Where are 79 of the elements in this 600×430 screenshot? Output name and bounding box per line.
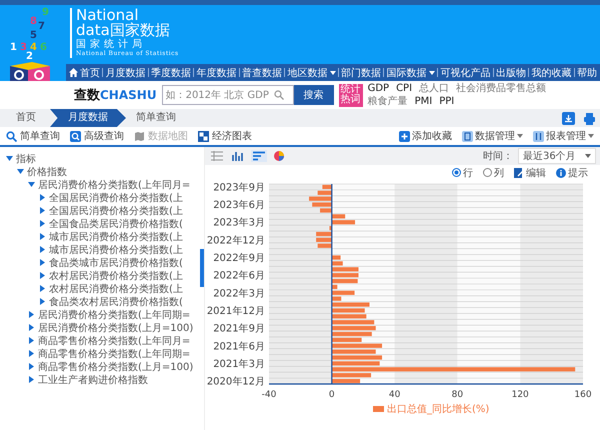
search-button[interactable]: 搜索 [294, 85, 334, 105]
tree-item[interactable]: 全国居民消费价格分类指数(上 [49, 204, 183, 218]
nav-link[interactable]: 我的收藏 [531, 66, 572, 80]
brand-title: data [76, 23, 110, 38]
legend-label: 出口总值_同比增长(%) [387, 402, 490, 416]
tree-item[interactable]: 商品零售价格分类指数(上年同期= [38, 346, 190, 360]
logo-cube-drawing: 9 87 5 1 3 4 6 2 [2, 5, 66, 81]
hot-word-link[interactable]: 总人口 [419, 82, 450, 94]
tree-item[interactable]: 价格指数 [27, 164, 67, 178]
time-label: 时间： [483, 150, 513, 163]
tree-item[interactable]: 食品类城市居民消费价格指数( [49, 256, 183, 270]
axis-label: 2022年9月 [213, 253, 265, 264]
nav-link[interactable]: 可视化产品 [440, 66, 490, 80]
tree-item[interactable]: 工业生产者购进价格指数 [38, 372, 148, 386]
tree-item[interactable]: 农村居民消费价格分类指数(上 [49, 268, 183, 282]
tree-item[interactable]: 全国居民消费价格分类指数(上 [49, 190, 183, 204]
tree-item[interactable]: 农村居民消费价格分类指数(上 [49, 282, 183, 296]
toolbar-link[interactable]: 经济图表 [198, 129, 252, 143]
toolbar-link[interactable]: 简单查询 [6, 129, 60, 143]
tree-item[interactable]: 城市居民消费价格分类指数(上 [49, 230, 183, 244]
axis-label: 2022年3月 [213, 288, 265, 300]
toolbar-link[interactable]: 高级查询 [70, 129, 124, 143]
time-range-dropdown[interactable]: 最近36个月 [518, 148, 596, 164]
nav-link[interactable]: 帮助 [576, 66, 597, 80]
axis-label: 2022年12月 [206, 235, 265, 246]
action-link[interactable]: 添加收藏 [399, 129, 452, 143]
tree-item[interactable]: 商品零售价格分类指数(上月=100) [38, 360, 194, 374]
axis-label: 2023年6月 [213, 200, 265, 212]
hot-word-link[interactable]: PMI [414, 96, 432, 108]
axis-label: 2021年3月 [213, 358, 265, 370]
axis-label: 2021年9月 [213, 324, 265, 335]
tree-item[interactable]: 指标 [16, 152, 36, 166]
tree-item[interactable]: 食品类农村居民消费价格指数( [49, 294, 183, 308]
tree-item[interactable]: 居民消费价格分类指数(上月=100) [38, 320, 194, 334]
panel-link[interactable]: 提示 [556, 166, 588, 180]
hot-word-link[interactable]: CPI [396, 82, 412, 94]
breadcrumb-link[interactable]: 首页 [6, 109, 50, 127]
hot-words-badge: 统计热词 [338, 84, 363, 106]
axis-label: 40 [388, 390, 400, 400]
axis-label: -40 [262, 390, 276, 400]
chashu-logo: 查数CHASHU [74, 87, 157, 104]
hot-word-link[interactable]: 粮食产量 [368, 96, 408, 108]
axis-label: 2021年6月 [213, 341, 265, 352]
tree-item[interactable]: 居民消费价格分类指数(上年同月= [38, 178, 190, 192]
nav-link[interactable]: 首页 [69, 66, 100, 80]
organization-name: 国家统计局 [76, 40, 147, 50]
axis-label: 160 [574, 390, 592, 400]
tree-item[interactable]: 居民消费价格分类指数(上年同期= [38, 308, 190, 322]
hot-word-link[interactable]: 社会消费品零售总额 [456, 82, 546, 94]
hot-word-link[interactable]: GDP [368, 82, 390, 94]
axis-label: 80 [452, 390, 464, 400]
axis-label: 2023年3月 [213, 218, 265, 229]
radio-option[interactable]: 列 [483, 166, 504, 180]
axis-label: 0 [328, 390, 335, 400]
nav-link[interactable]: 月度数据 [106, 66, 146, 80]
panel-link[interactable]: 编辑 [514, 166, 546, 180]
nav-link[interactable]: 年度数据 [196, 66, 237, 80]
brand-title: 国家数据 [110, 23, 170, 38]
axis-label: 2023年9月 [213, 182, 265, 194]
nav-link[interactable]: 出版物 [496, 66, 526, 80]
action-link[interactable]: 数据管理 [462, 129, 523, 143]
nav-link[interactable]: 国际数据 [386, 66, 435, 80]
axis-label: 120 [512, 390, 529, 400]
action-link[interactable]: 报表管理 [533, 129, 594, 143]
nav-link[interactable]: 地区数据 [288, 66, 336, 80]
tree-item[interactable]: 商品零售价格分类指数(上年同月= [38, 334, 190, 348]
hot-word-link[interactable]: PPI [439, 96, 454, 108]
breadcrumb-link[interactable]: 月度数据 [50, 109, 126, 127]
breadcrumb-link[interactable]: 简单查询 [126, 109, 190, 127]
axis-label: 2020年12月 [206, 376, 265, 388]
tree-item[interactable]: 城市居民消费价格分类指数(上 [49, 242, 183, 256]
nav-link[interactable]: 季度数据 [151, 66, 192, 80]
tree-item[interactable]: 全国食品类居民消费价格指数( [49, 216, 183, 230]
brand-title: National [76, 8, 139, 23]
axis-label: 2022年6月 [213, 270, 265, 282]
radio-option[interactable]: 行 [452, 166, 473, 180]
axis-label: 2021年12月 [206, 306, 265, 317]
nav-link[interactable]: 普查数据 [242, 66, 282, 80]
nav-link[interactable]: 部门数据 [341, 66, 382, 80]
